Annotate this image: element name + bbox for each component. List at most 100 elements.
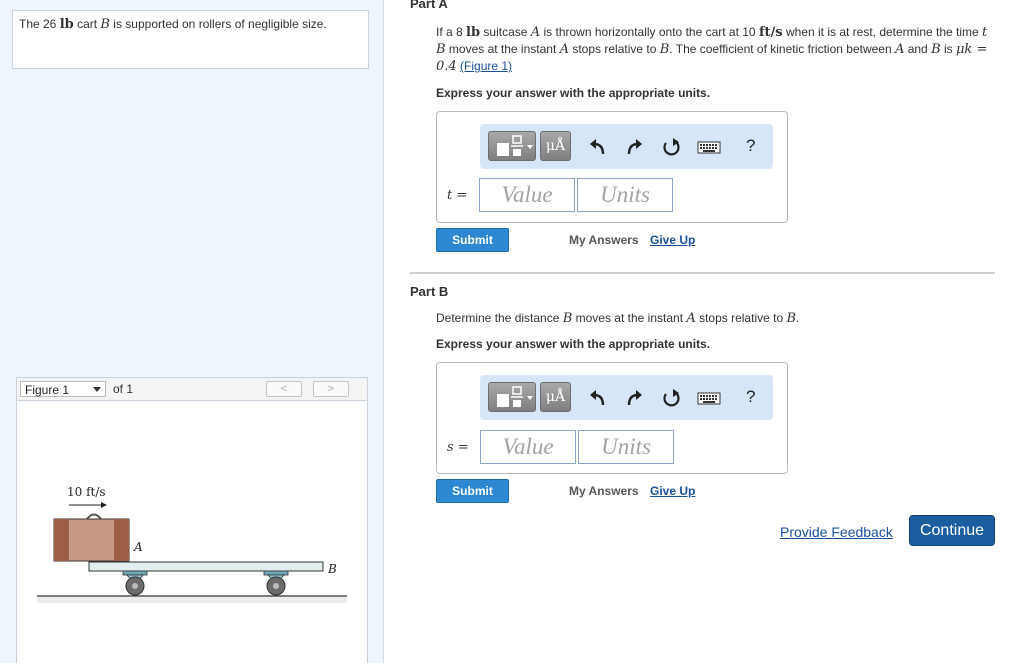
roller-hub	[132, 583, 138, 589]
q-text: If a 8	[436, 25, 467, 39]
part-b-give-up-link[interactable]: Give Up	[650, 484, 695, 498]
units-button[interactable]: μÅ	[540, 382, 571, 412]
q-text: . The coefficient of kinetic friction be…	[669, 42, 895, 56]
q-var: B	[659, 42, 670, 57]
help-icon[interactable]: ?	[746, 387, 755, 407]
figure-select-value: Figure 1	[25, 383, 70, 397]
units-symbol: μÅ	[545, 389, 566, 405]
templates-button[interactable]	[488, 131, 536, 161]
left-panel: The 26 lb cart B is supported on rollers…	[0, 0, 384, 663]
figure-prev-button[interactable]: <	[266, 381, 302, 397]
q-var: A	[686, 311, 696, 326]
roller-bracket	[122, 570, 148, 576]
label-a: A	[133, 540, 143, 554]
units-input[interactable]	[578, 430, 674, 464]
intro-text: The 26	[19, 17, 60, 31]
cart-b	[88, 561, 324, 572]
q-unit: ft/s	[758, 25, 783, 40]
velocity-label: 10 ft/s	[67, 485, 106, 499]
templates-button[interactable]	[488, 382, 536, 412]
intro-text: cart	[73, 17, 101, 31]
q-text: Determine the distance	[436, 311, 563, 325]
q-text: and	[904, 42, 932, 56]
cart-suitcase-diagram: 10 ft/s A B	[37, 485, 347, 603]
suitcase-handle	[86, 513, 102, 520]
suitcase-strap-right	[114, 519, 129, 561]
chevron-right-icon: >	[327, 383, 335, 395]
var-label-text: t =	[447, 188, 468, 203]
fraction-template-icon	[497, 135, 533, 156]
q-text: is thrown horizontally onto the cart at …	[540, 25, 759, 39]
units-button[interactable]: μÅ	[540, 131, 571, 161]
q-var: A	[530, 25, 541, 40]
value-input[interactable]	[479, 178, 575, 212]
q-unit: lb	[466, 25, 481, 40]
part-divider	[410, 272, 995, 274]
keyboard-icon[interactable]	[697, 387, 721, 409]
value-input[interactable]	[480, 430, 576, 464]
q-var: B	[562, 311, 573, 326]
redo-icon[interactable]	[623, 136, 645, 158]
part-b-answer-box: μÅ ? s =	[436, 362, 788, 474]
part-b-instruction: Express your answer with the appropriate…	[436, 337, 711, 351]
redo-icon[interactable]	[623, 387, 645, 409]
figure-canvas: 10 ft/s A B	[16, 401, 368, 663]
q-text: stops relative to	[569, 42, 660, 56]
provide-feedback-link[interactable]: Provide Feedback	[780, 524, 893, 540]
help-icon[interactable]: ?	[746, 136, 755, 156]
q-text: moves at the instant	[572, 311, 687, 325]
part-b-submit-button[interactable]: Submit	[436, 479, 509, 503]
figure-select[interactable]: Figure 1	[20, 381, 106, 397]
reset-icon[interactable]	[660, 136, 682, 158]
part-a-my-answers: My Answers	[569, 233, 639, 247]
time-variable-label: t =	[447, 188, 467, 203]
units-symbol: μÅ	[545, 138, 566, 154]
figure-next-button[interactable]: >	[313, 381, 349, 397]
chevron-left-icon: <	[280, 383, 288, 395]
q-var: A	[559, 42, 570, 57]
q-var: B	[931, 42, 941, 57]
figure-toolbar: Figure 1 of 1 < >	[16, 377, 368, 401]
label-b: B	[327, 562, 337, 576]
keyboard-icon[interactable]	[697, 136, 721, 158]
part-b-my-answers: My Answers	[569, 484, 639, 498]
roller-hub	[273, 583, 279, 589]
problem-intro: The 26 lb cart B is supported on rollers…	[12, 10, 369, 69]
q-var: B	[436, 42, 446, 57]
q-var: A	[894, 42, 905, 57]
chevron-down-icon	[93, 387, 101, 392]
part-b-question: Determine the distance B moves at the in…	[436, 310, 996, 327]
intro-unit: lb	[59, 17, 74, 32]
suitcase-strap-left	[54, 519, 69, 561]
part-b-title: Part B	[410, 284, 449, 299]
reset-icon[interactable]	[660, 387, 682, 409]
distance-variable-label: s =	[447, 440, 469, 455]
q-text: suitcase	[480, 25, 531, 39]
undo-icon[interactable]	[587, 136, 609, 158]
continue-button[interactable]: Continue	[909, 515, 995, 546]
ground-shade	[37, 597, 347, 603]
math-toolbar: μÅ ?	[480, 375, 773, 420]
q-text: is	[940, 42, 956, 56]
undo-icon[interactable]	[587, 387, 609, 409]
q-var: t	[982, 25, 988, 40]
math-toolbar: μÅ ?	[480, 124, 773, 169]
intro-text: is supported on rollers of negligible si…	[109, 17, 327, 31]
part-a-question: If a 8 lb suitcase A is thrown horizonta…	[436, 24, 991, 75]
q-var: B	[786, 311, 797, 326]
part-a-give-up-link[interactable]: Give Up	[650, 233, 695, 247]
part-a-submit-button[interactable]: Submit	[436, 228, 509, 252]
part-a-instruction: Express your answer with the appropriate…	[436, 86, 711, 100]
part-a-title: Part A	[410, 0, 448, 11]
fraction-template-icon	[497, 386, 533, 407]
q-text: moves at the instant	[445, 42, 560, 56]
q-text: stops relative to	[695, 311, 787, 325]
units-input[interactable]	[577, 178, 673, 212]
figure-count: of 1	[113, 382, 134, 396]
velocity-arrowhead	[101, 502, 107, 508]
var-label-text: s =	[447, 440, 469, 455]
intro-var: B	[100, 17, 110, 32]
q-text: when it is at rest, determine the time	[782, 25, 983, 39]
figure-link[interactable]: (Figure 1)	[460, 59, 512, 73]
roller-bracket	[263, 570, 289, 576]
